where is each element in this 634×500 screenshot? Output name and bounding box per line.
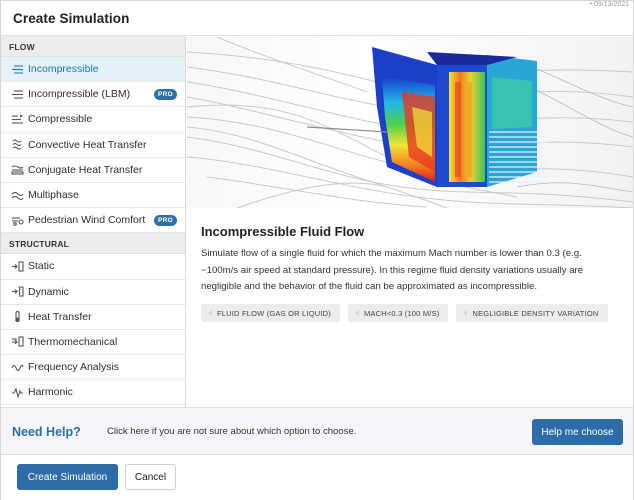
sidebar-item-thermomechanical[interactable]: Thermomechanical	[1, 330, 185, 356]
sidebar-item-label: Static	[28, 260, 55, 273]
feature-tag: FLUID FLOW (GAS OR LIQUID)	[201, 304, 340, 322]
feature-tag-label: FLUID FLOW (GAS OR LIQUID)	[217, 309, 331, 318]
pro-badge: PRO	[154, 89, 177, 101]
thermomechanical-icon	[10, 336, 24, 348]
sidebar-item-dynamic[interactable]: Dynamic	[1, 280, 185, 305]
detail-title: Incompressible Fluid Flow	[201, 224, 365, 239]
conjugate-heat-icon	[10, 164, 24, 176]
help-me-choose-button[interactable]: Help me choose	[532, 419, 623, 445]
create-simulation-dialog: Create Simulation • 09/13/2021 FLOW Incom…	[0, 0, 634, 500]
tag-marker-icon	[463, 310, 468, 316]
detail-tags: FLUID FLOW (GAS OR LIQUID) MACH<0.3 (100 …	[201, 304, 608, 322]
section-header-flow: FLOW	[1, 36, 185, 57]
tag-marker-icon	[208, 310, 212, 316]
dynamic-icon	[10, 286, 24, 298]
convective-heat-icon	[10, 139, 24, 151]
sidebar-item-label: Dynamic	[28, 285, 69, 298]
sidebar-item-harmonic[interactable]: Harmonic	[1, 380, 185, 406]
sidebar-item-heat-transfer[interactable]: Heat Transfer	[1, 305, 185, 330]
sidebar-item-label: Harmonic	[28, 386, 73, 399]
sidebar-item-label: Compressible	[28, 113, 93, 126]
sidebar-item-frequency-analysis[interactable]: Frequency Analysis	[1, 355, 185, 381]
multiphase-icon	[10, 189, 24, 201]
sidebar-item-pedestrian-wind-comfort[interactable]: Pedestrian Wind Comfort PRO	[1, 208, 185, 234]
create-simulation-button[interactable]: Create Simulation	[17, 464, 118, 490]
detail-description: Simulate flow of a single fluid for whic…	[201, 248, 584, 292]
sidebar-item-label: Convective Heat Transfer	[28, 138, 147, 151]
static-icon	[10, 260, 24, 272]
feature-tag: NEGLIGIBLE DENSITY VARIATION	[456, 304, 608, 322]
dialog-footer: Create Simulation Cancel	[1, 455, 633, 500]
sidebar-item-incompressible-lbm[interactable]: Incompressible (LBM) PRO	[1, 82, 185, 108]
sidebar-item-label: Incompressible (LBM)	[28, 88, 131, 101]
cfd-preview-illustration	[187, 37, 633, 208]
help-title: Need Help?	[12, 425, 81, 439]
sidebar-item-static[interactable]: Static	[1, 254, 185, 280]
dialog-title: Create Simulation	[13, 11, 130, 26]
sidebar-item-label: Incompressible	[28, 63, 99, 76]
section-header-structural: STRUCTURAL	[1, 233, 185, 255]
frequency-icon	[10, 361, 24, 373]
pro-badge: PRO	[154, 215, 177, 227]
sidebar-item-label: Conjugate Heat Transfer	[28, 163, 143, 176]
feature-tag-label: NEGLIGIBLE DENSITY VARIATION	[472, 309, 599, 318]
harmonic-icon	[10, 386, 24, 398]
pedestrian-wind-icon	[10, 214, 24, 226]
sidebar-item-conjugate-heat-transfer[interactable]: Conjugate Heat Transfer	[1, 158, 185, 183]
lbm-icon	[10, 88, 24, 100]
dialog-header: Create Simulation • 09/13/2021	[1, 1, 633, 36]
simulation-type-sidebar: FLOW Incompressible Incompressible (LBM) PR…	[1, 36, 186, 407]
sidebar-item-label: Thermomechanical	[28, 335, 118, 348]
help-bar: Need Help? Click here if you are not sur…	[1, 407, 633, 455]
simulation-detail-panel: Incompressible Fluid Flow Simulate flow …	[187, 208, 633, 407]
header-corner-text: • 09/13/2021	[589, 1, 629, 8]
cancel-button[interactable]: Cancel	[125, 464, 176, 490]
sidebar-item-multiphase[interactable]: Multiphase	[1, 183, 185, 209]
incompressible-icon	[10, 63, 24, 75]
sidebar-item-convective-heat-transfer[interactable]: Convective Heat Transfer	[1, 133, 185, 158]
feature-tag: MACH<0.3 (100 M/S)	[347, 304, 449, 322]
compressible-icon	[10, 113, 24, 125]
simulation-preview-image	[187, 37, 633, 208]
help-text: Click here if you are not sure about whi…	[107, 426, 357, 437]
thermometer-icon	[10, 311, 24, 323]
sidebar-item-label: Multiphase	[28, 189, 79, 202]
tag-marker-icon	[354, 310, 359, 316]
sidebar-item-incompressible[interactable]: Incompressible	[1, 57, 185, 83]
sidebar-item-compressible[interactable]: Compressible	[1, 107, 185, 133]
sidebar-item-label: Pedestrian Wind Comfort	[28, 214, 146, 227]
feature-tag-label: MACH<0.3 (100 M/S)	[363, 309, 440, 318]
sidebar-item-label: Frequency Analysis	[28, 361, 120, 374]
sidebar-item-label: Heat Transfer	[28, 310, 92, 323]
